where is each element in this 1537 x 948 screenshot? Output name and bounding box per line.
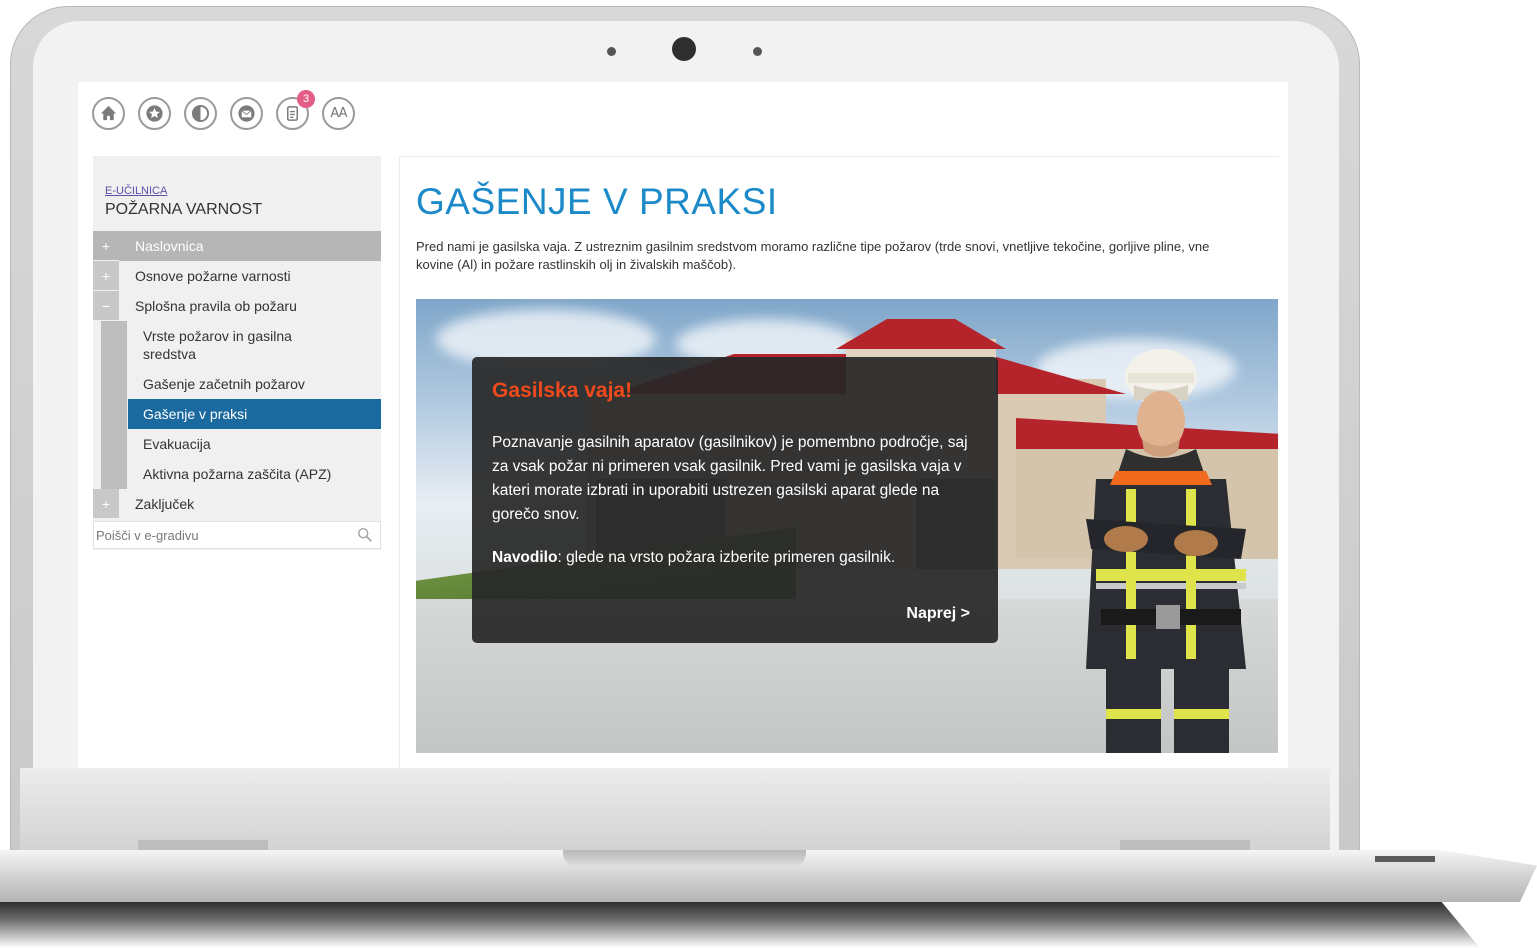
laptop-shadow [0,900,1480,948]
laptop-chin [20,768,1330,850]
main-content: GAŠENJE V PRAKSI Pred nami je gasilska v… [399,156,1279,768]
expand-icon[interactable]: + [93,261,119,291]
sensor-dot [753,47,762,56]
submenu-item-gasenje-zacetnih[interactable]: Gašenje začetnih požarov [93,369,381,399]
toolbar: 3 AA [92,90,355,137]
submenu-marker [101,459,127,489]
course-menu: + Naslovnica + Osnove požarne varnosti −… [93,231,381,519]
menu-item-osnove[interactable]: + Osnove požarne varnosti [93,261,381,291]
submenu-marker [101,369,127,399]
submenu-item-apz[interactable]: Aktivna požarna zaščita (APZ) [93,459,381,489]
mail-icon [238,105,255,122]
submenu-marker [101,399,127,429]
course-title: POŽARNA VARNOST [105,201,263,218]
menu-item-label: Osnove požarne varnosti [135,268,291,284]
fire-station-image: Gasilska vaja! Poznavanje gasilnih apara… [416,299,1278,753]
firefighter-image [1086,349,1246,753]
search-input[interactable] [94,527,356,543]
notes-button[interactable]: 3 [276,90,315,130]
notes-icon [286,106,299,121]
dialog-title: Gasilska vaja! [492,379,633,402]
home-button[interactable] [92,97,125,130]
menu-item-naslovnica[interactable]: + Naslovnica [93,231,381,261]
collapse-icon[interactable]: − [93,291,119,321]
hinge [1120,840,1250,850]
submenu-marker [101,429,127,459]
home-icon [100,105,117,121]
search-icon[interactable] [356,526,374,544]
favorites-button[interactable] [138,97,171,130]
breadcrumb-link[interactable]: E-UČILNICA [105,185,167,197]
sidebar: E-UČILNICA POŽARNA VARNOST + Naslovnica … [93,156,381,550]
tower-roof [836,319,1006,349]
menu-item-label: Evakuacija [143,436,211,452]
menu-item-splosna-pravila[interactable]: − Splošna pravila ob požaru [93,291,381,321]
sensor-dot [607,47,616,56]
menu-item-label: Vrste požarov in gasilna sredstva [143,328,292,362]
notes-badge: 3 [297,90,315,108]
menu-item-label: Splošna pravila ob požaru [135,298,297,314]
camera-icon [672,37,696,61]
font-size-icon: AA [330,106,347,121]
contrast-icon [191,104,210,123]
submenu-item-gasenje-v-praksi[interactable]: Gašenje v praksi [93,399,381,429]
submenu-item-vrste-pozarov[interactable]: Vrste požarov in gasilna sredstva [93,321,381,369]
star-icon [146,105,163,122]
lid-notch [563,850,806,867]
menu-item-label: Naslovnica [135,238,204,254]
search-box [93,521,381,549]
side-port [1375,856,1435,862]
font-size-button[interactable]: AA [322,97,355,130]
expand-icon[interactable]: + [93,489,119,519]
dialog-body: Poznavanje gasilnih aparatov (gasilnikov… [492,434,968,523]
app-screen: 3 AA E-UČILNICA POŽARNA VARNOST + Naslov… [78,82,1288,768]
page-title: GAŠENJE V PRAKSI [416,181,778,222]
dialog-instruction: Navodilo: glede na vrsto požara izberite… [492,549,987,567]
menu-item-zakljucek[interactable]: + Zaključek [93,489,381,519]
menu-item-label: Aktivna požarna zaščita (APZ) [143,466,332,482]
expand-icon[interactable]: + [93,231,119,261]
instruction-text: : glede na vrsto požara izberite primere… [557,549,896,566]
submenu-item-evakuacija[interactable]: Evakuacija [93,429,381,459]
hinge [138,840,268,850]
next-button[interactable]: Naprej > [906,605,970,623]
menu-item-label: Zaključek [135,496,195,512]
submenu-marker [101,321,127,369]
intro-text: Pred nami je gasilska vaja. Z ustreznim … [416,239,1210,272]
contrast-button[interactable] [184,97,217,130]
messages-button[interactable] [230,97,263,130]
exercise-dialog: Gasilska vaja! Poznavanje gasilnih apara… [472,357,998,643]
menu-item-label: Gašenje začetnih požarov [143,376,305,392]
menu-item-label: Gašenje v praksi [143,406,248,422]
instruction-label: Navodilo [492,549,558,566]
